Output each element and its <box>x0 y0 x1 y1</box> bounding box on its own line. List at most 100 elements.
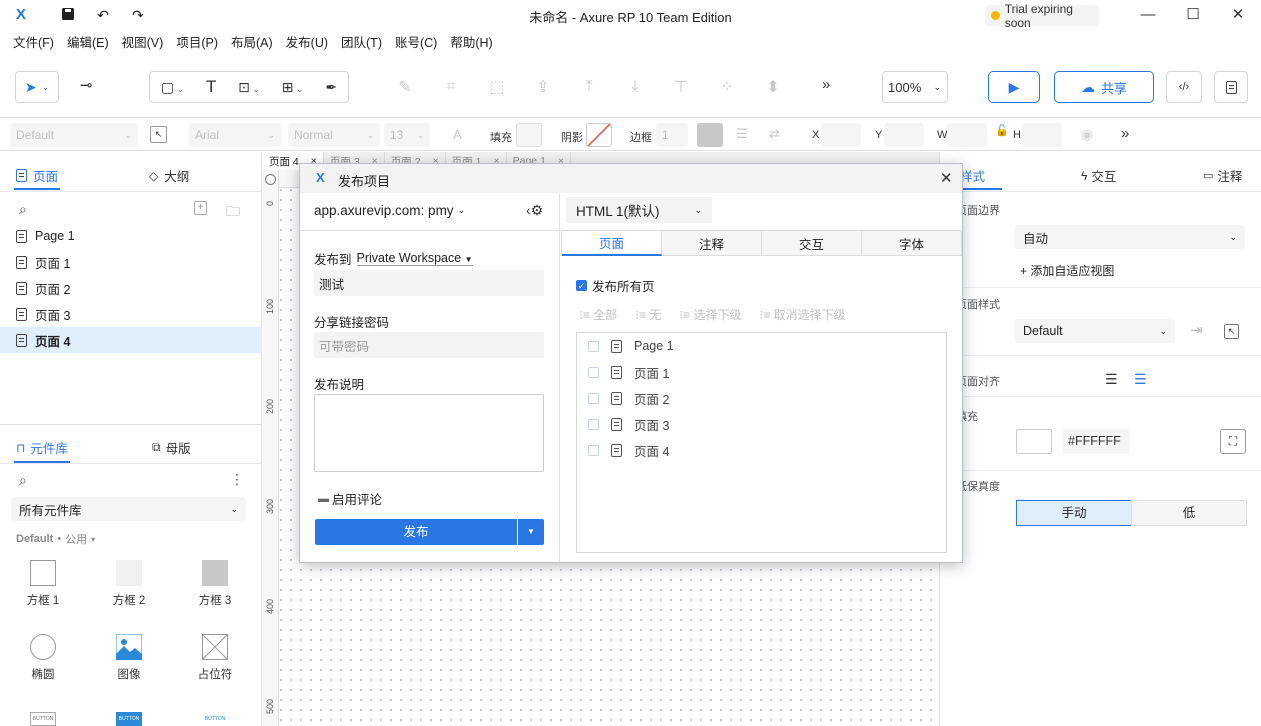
text-color-icon[interactable]: A <box>453 127 462 142</box>
table-tool-icon[interactable]: ⊞ ⌄ <box>282 79 304 96</box>
publish-options-button[interactable]: ▼ <box>518 519 544 545</box>
page-item[interactable]: 页面 1 <box>0 249 262 275</box>
tab-style[interactable]: 样式 <box>960 166 985 185</box>
select-none-action[interactable]: ⁝≡ 无 <box>635 306 661 323</box>
tab-pages[interactable]: 页面 <box>16 166 58 185</box>
menu-view[interactable]: 视图(V) <box>122 30 164 56</box>
fill-color-hex[interactable]: #FFFFFF <box>1063 429 1129 454</box>
menu-account[interactable]: 账号(C) <box>395 30 437 56</box>
publish-button[interactable]: 发布 <box>315 519 517 545</box>
document-button[interactable] <box>1214 71 1248 103</box>
preview-button[interactable]: ▶ <box>988 71 1040 103</box>
style-edit-icon[interactable]: ↖ <box>150 126 167 143</box>
page-bounds-select[interactable]: 自动 ⌄ <box>1015 225 1245 249</box>
format-select[interactable]: HTML 1(默认) ⌄ <box>566 197 712 223</box>
menu-edit[interactable]: 编辑(E) <box>67 30 109 56</box>
tab-library[interactable]: ⊓ 元件库 <box>16 438 68 457</box>
connector-tool-icon[interactable]: ⊸ <box>80 76 93 94</box>
tab-notes[interactable]: 注释 <box>662 230 762 256</box>
list-item[interactable]: Page 1 <box>577 333 946 359</box>
fill-color-swatch[interactable] <box>1016 429 1052 454</box>
tab-pages[interactable]: 页面 <box>562 230 662 256</box>
list-item[interactable]: 页面 2 <box>577 385 946 411</box>
enable-comments-toggle[interactable]: ▬ 启用评论 <box>318 489 382 508</box>
widget-link-button[interactable]: BUTTON <box>202 712 228 726</box>
dynamic-panel-tool-icon[interactable]: ⊡ ⌄ <box>238 79 260 96</box>
w-input[interactable] <box>947 123 987 147</box>
list-item[interactable]: 页面 4 <box>577 437 946 463</box>
select-children-action[interactable]: ⁝≡ 选择下级 <box>679 306 741 323</box>
add-adaptive-view-link[interactable]: + 添加自适应视图 <box>1020 262 1114 279</box>
visibility-icon[interactable]: ◉ <box>1081 126 1093 143</box>
fill-color-swatch[interactable] <box>516 123 542 147</box>
ruler-origin-icon[interactable] <box>265 174 276 185</box>
menu-publish[interactable]: 发布(U) <box>286 30 328 56</box>
font-weight-select[interactable]: Normal ⌄ <box>288 123 380 147</box>
fidelity-low-button[interactable]: 低 <box>1131 500 1247 526</box>
widget-image[interactable]: 图像 <box>94 633 164 682</box>
arrow-style-icon[interactable]: ⇄ <box>769 126 780 142</box>
publish-all-checkbox[interactable]: ✓ 发布所有页 <box>576 276 655 295</box>
style-select[interactable]: Default ⌄ <box>10 123 138 147</box>
tab-notes[interactable]: ▭ 注释 <box>1203 166 1242 185</box>
font-size-select[interactable]: 13 ⌄ <box>384 123 430 147</box>
shadow-swatch[interactable] <box>586 123 612 147</box>
library-menu-icon[interactable]: ⋮ <box>230 471 244 488</box>
minimize-icon[interactable]: — <box>1138 6 1158 24</box>
stylebar-more-icon[interactable]: » <box>1121 125 1129 142</box>
tab-interactions[interactable]: 交互 <box>762 230 862 256</box>
text-tool-icon[interactable]: T <box>206 77 216 97</box>
menu-help[interactable]: 帮助(H) <box>450 30 492 56</box>
share-button[interactable]: ☁ 共享 <box>1054 71 1154 103</box>
add-page-icon[interactable]: + <box>194 201 207 215</box>
tab-masters[interactable]: ⧉ 母版 <box>152 438 191 457</box>
apply-style-icon[interactable]: ⇥ <box>1190 321 1203 339</box>
search-icon[interactable]: ⌕ <box>19 201 27 218</box>
tab-interactions[interactable]: ϟ 交互 <box>1081 166 1116 185</box>
rectangle-tool-icon[interactable]: ▢ ⌄ <box>161 79 184 96</box>
border-width-input[interactable]: 1 <box>656 123 688 147</box>
password-input[interactable]: 可带密码 <box>314 332 544 358</box>
code-view-button[interactable]: ‹/› <box>1166 71 1202 103</box>
tab-fonts[interactable]: 字体 <box>862 230 962 256</box>
close-icon[interactable]: ✕ <box>1228 6 1248 24</box>
widget-ellipse[interactable]: 椭圆 <box>8 634 78 682</box>
toolbar-more-icon[interactable]: » <box>822 76 830 93</box>
dialog-close-icon[interactable]: ✕ <box>940 169 953 187</box>
menu-layout[interactable]: 布局(A) <box>231 30 273 56</box>
list-item[interactable]: 页面 1 <box>577 359 946 385</box>
border-style-icon[interactable]: ☰ <box>736 126 748 142</box>
library-select[interactable]: 所有元件库 ⌄ <box>11 497 246 521</box>
pen-tool-icon[interactable]: ✒ <box>325 79 337 96</box>
menu-file[interactable]: 文件(F) <box>13 30 54 56</box>
widget-box-1[interactable]: 方框 1 <box>8 560 78 608</box>
widget-button[interactable]: BUTTON <box>30 712 56 726</box>
tab-outline[interactable]: ◇ 大纲 <box>149 166 189 185</box>
select-tool-button[interactable]: ➤ ⌄ <box>15 71 59 103</box>
workspace-select[interactable]: Private Workspace ▼ <box>356 251 473 266</box>
align-center-icon[interactable]: ☰ <box>1134 371 1147 388</box>
page-item[interactable]: 页面 2 <box>0 275 262 301</box>
x-input[interactable] <box>821 123 861 147</box>
page-item[interactable]: Page 1 <box>0 223 262 249</box>
border-color-swatch[interactable] <box>697 123 723 147</box>
widget-box-3[interactable]: 方框 3 <box>180 560 250 608</box>
deselect-children-action[interactable]: ⁝≡ 取消选择下级 <box>760 306 846 323</box>
select-all-action[interactable]: ⁝≡ 全部 <box>579 306 617 323</box>
server-select[interactable]: app.axurevip.com: pmy ⌄ <box>314 203 465 218</box>
widget-box-2[interactable]: 方框 2 <box>94 560 164 608</box>
library-search-icon[interactable]: ⌕ <box>19 472 27 489</box>
widget-primary-button[interactable]: BUTTON <box>116 712 142 726</box>
maximize-icon[interactable]: ☐ <box>1183 6 1203 24</box>
align-left-icon[interactable]: ☰ <box>1105 371 1118 388</box>
trial-badge[interactable]: Trial expiring soon <box>985 2 1099 30</box>
menu-team[interactable]: 团队(T) <box>341 30 382 56</box>
publish-notes-textarea[interactable] <box>314 394 544 472</box>
server-settings-icon[interactable]: ‹⚙ <box>526 202 543 219</box>
fidelity-manual-button[interactable]: 手动 <box>1016 500 1132 526</box>
page-item-selected[interactable]: 页面 4 <box>0 327 262 353</box>
zoom-select[interactable]: 100% ⌄ <box>882 71 948 103</box>
project-name-input[interactable]: 测试 <box>314 270 544 296</box>
add-folder-icon[interactable]: 🗀 <box>226 201 240 225</box>
menu-project[interactable]: 项目(P) <box>176 30 218 56</box>
